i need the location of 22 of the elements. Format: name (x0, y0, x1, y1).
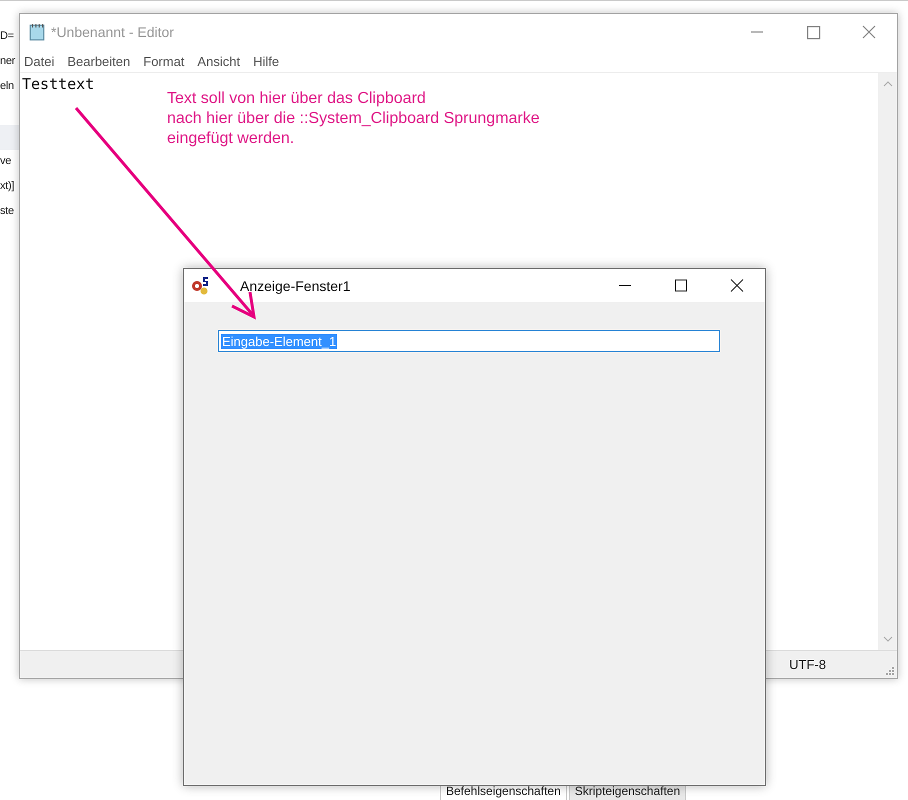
document-text: Testtext (22, 75, 94, 93)
background-text: ste (0, 205, 14, 217)
notepad-icon (28, 23, 46, 41)
scroll-down-icon[interactable] (882, 636, 892, 642)
window-title: *Unbenannt - Editor (51, 24, 175, 40)
annotation-text: Text soll von hier über das Clipboard nach hier über die ::System_Clipboard Sprungmarke eingefügt werden. (167, 89, 540, 149)
menu-item[interactable]: Datei (24, 54, 54, 68)
window-title: Anzeige-Fenster1 (240, 278, 352, 294)
encoding-label: UTF-8 (789, 657, 826, 672)
menu-item[interactable]: Ansicht (197, 54, 240, 68)
row-highlight (0, 125, 20, 150)
background-text: ner (0, 55, 15, 67)
menu-item[interactable]: Format (143, 54, 184, 68)
background-text: ve (0, 155, 12, 167)
background-text: D= (0, 30, 14, 42)
menu-item[interactable]: Bearbeiten (67, 54, 130, 68)
background-text: eln (0, 80, 14, 92)
scrollbar[interactable] (878, 73, 897, 650)
background-text: xt)] (0, 180, 14, 192)
resize-grip-icon[interactable] (886, 667, 894, 675)
menu-item[interactable]: Hilfe (253, 54, 280, 68)
scroll-up-icon[interactable] (882, 81, 892, 87)
